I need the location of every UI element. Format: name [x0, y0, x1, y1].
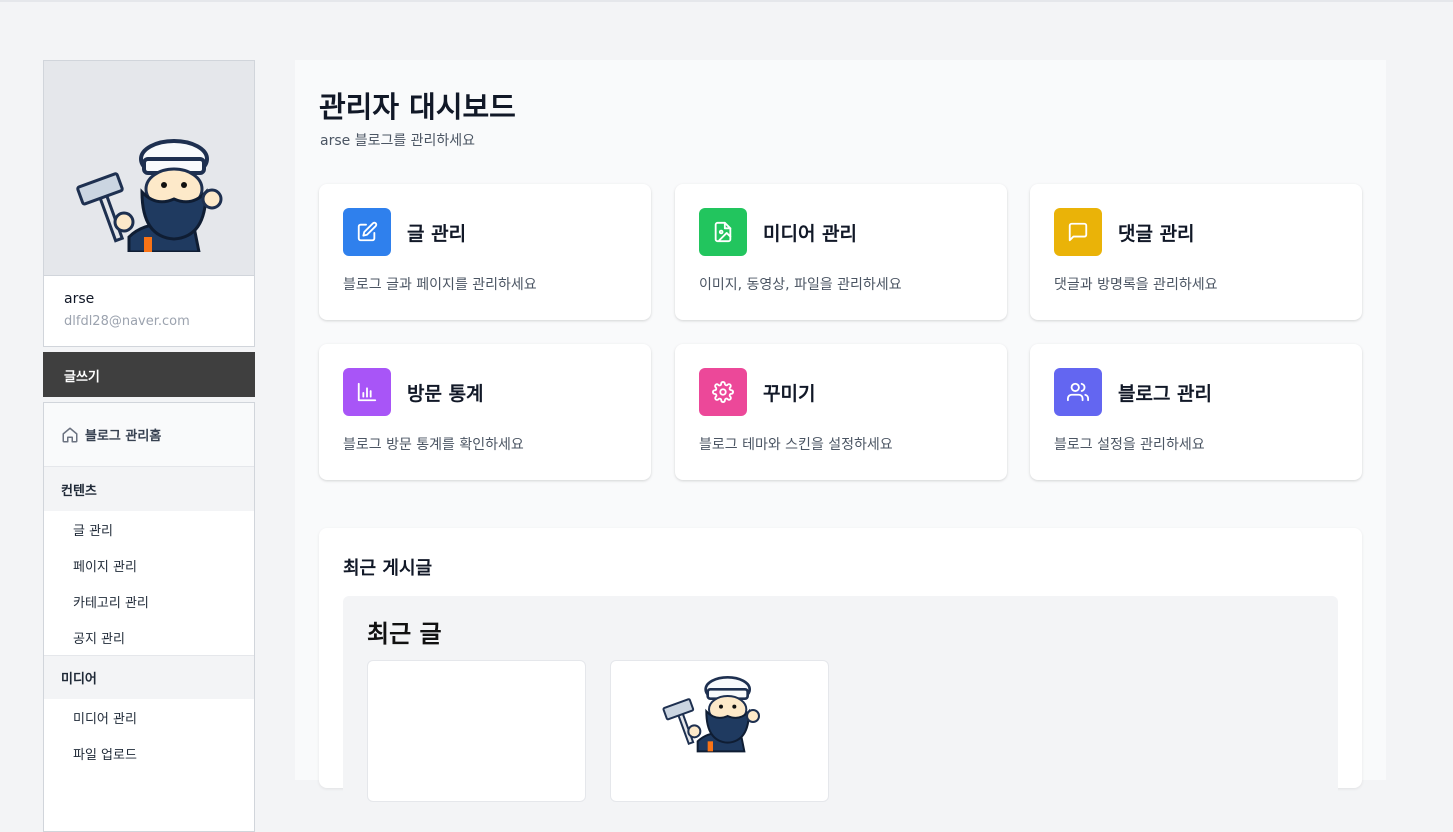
card-description: 블로그 테마와 스킨을 설정하세요 — [699, 437, 893, 453]
profile-email: dlfdl28@naver.com — [64, 314, 190, 329]
profile-info — [43, 276, 255, 347]
card-title: 글 관리 — [407, 223, 467, 245]
post-card[interactable] — [610, 660, 829, 802]
card-title: 방문 통계 — [407, 383, 484, 405]
card-customize[interactable]: 꾸미기 블로그 테마와 스킨을 설정하세요 — [675, 344, 1007, 480]
card-icon-bg — [343, 208, 391, 256]
card-description: 블로그 방문 통계를 확인하세요 — [343, 437, 524, 453]
card-description: 블로그 글과 페이지를 관리하세요 — [343, 277, 537, 293]
bar-chart-icon — [357, 382, 377, 402]
sidebar-item-notices[interactable]: 공지 관리 — [44, 619, 254, 655]
gear-icon — [712, 381, 734, 403]
profile-image — [43, 60, 255, 276]
card-description: 댓글과 방명록을 관리하세요 — [1054, 277, 1218, 293]
profile-name: arse — [64, 291, 95, 307]
users-icon — [1067, 382, 1089, 402]
card-description: 블로그 설정을 관리하세요 — [1054, 437, 1205, 453]
sidebar-item-posts[interactable]: 글 관리 — [44, 511, 254, 547]
sidebar-item-categories[interactable]: 카테고리 관리 — [44, 583, 254, 619]
card-title: 꾸미기 — [763, 383, 816, 405]
card-icon-bg — [1054, 208, 1102, 256]
main-content: 관리자 대시보드 arse 블로그를 관리하세요 글 관리 블로그 글과 페이지… — [295, 60, 1386, 802]
comment-icon — [1068, 222, 1088, 242]
card-title: 미디어 관리 — [763, 223, 858, 245]
edit-icon — [357, 221, 378, 242]
sidebar-item-pages[interactable]: 페이지 관리 — [44, 547, 254, 583]
card-comment-management[interactable]: 댓글 관리 댓글과 방명록을 관리하세요 — [1030, 184, 1362, 320]
card-visit-stats[interactable]: 방문 통계 블로그 방문 통계를 확인하세요 — [319, 344, 651, 480]
card-icon-bg — [699, 368, 747, 416]
recent-posts-title: 최근 게시글 — [343, 558, 433, 579]
sidebar-section-media: 미디어 — [44, 655, 254, 699]
card-blog-management[interactable]: 블로그 관리 블로그 설정을 관리하세요 — [1030, 344, 1362, 480]
page-subtitle: arse 블로그를 관리하세요 — [320, 133, 476, 149]
recent-posts-list: 최근 글 — [343, 596, 1338, 802]
sidebar-item-file-upload[interactable]: 파일 업로드 — [44, 735, 254, 771]
card-icon-bg — [699, 208, 747, 256]
sidebar-item-label: 블로그 관리홈 — [85, 429, 162, 444]
card-post-management[interactable]: 글 관리 블로그 글과 페이지를 관리하세요 — [319, 184, 651, 320]
sidebar-item-blog-home[interactable]: 블로그 관리홈 — [44, 403, 254, 467]
sidebar: arse dlfdl28@naver.com 글쓰기 블로그 관리홈 컨텐츠 글… — [43, 60, 255, 832]
recent-posts-subtitle: 최근 글 — [367, 620, 442, 648]
card-media-management[interactable]: 미디어 관리 이미지, 동영상, 파일을 관리하세요 — [675, 184, 1007, 320]
sidebar-section-contents: 컨텐츠 — [44, 467, 254, 511]
post-card[interactable] — [367, 660, 586, 802]
card-title: 댓글 관리 — [1118, 223, 1195, 245]
post-thumbnail-image — [662, 675, 760, 753]
card-icon-bg — [1054, 368, 1102, 416]
write-button[interactable]: 글쓰기 — [43, 352, 255, 397]
card-title: 블로그 관리 — [1118, 383, 1213, 405]
home-icon — [62, 427, 78, 442]
mascot-logo — [76, 139, 223, 252]
recent-posts-panel: 최근 게시글 최근 글 — [319, 528, 1362, 802]
sidebar-item-media[interactable]: 미디어 관리 — [44, 699, 254, 735]
top-border — [0, 0, 1453, 2]
image-file-icon — [714, 221, 732, 243]
sidebar-menu: 블로그 관리홈 컨텐츠 글 관리 페이지 관리 카테고리 관리 공지 관리 미디… — [43, 402, 255, 832]
card-icon-bg — [343, 368, 391, 416]
card-description: 이미지, 동영상, 파일을 관리하세요 — [699, 277, 902, 293]
page-title: 관리자 대시보드 — [319, 90, 516, 124]
